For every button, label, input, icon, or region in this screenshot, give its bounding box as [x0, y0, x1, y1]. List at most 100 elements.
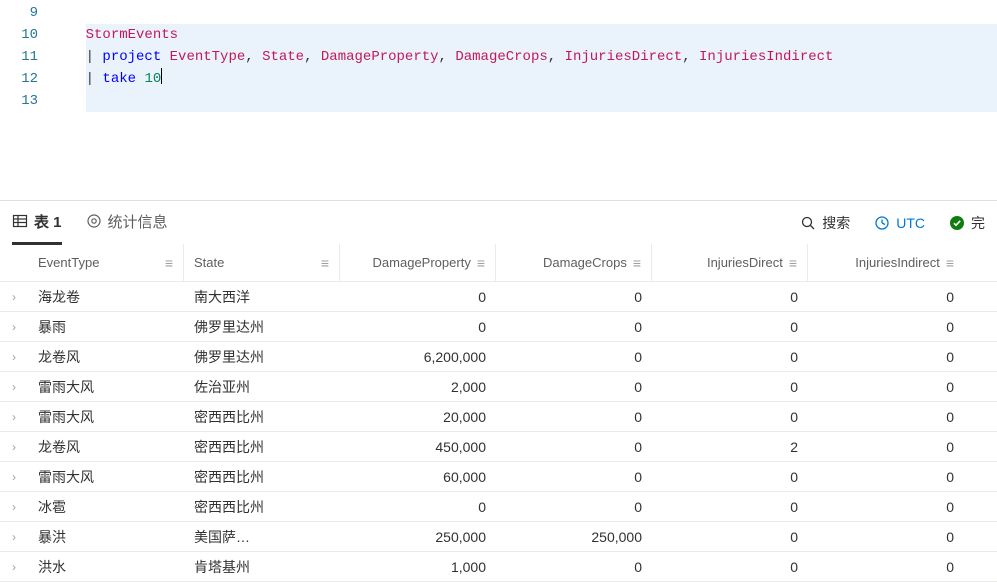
table-row[interactable]: ›雷雨大风密西西比州20,000000	[0, 402, 997, 432]
cell-damagecrops: 0	[496, 379, 652, 395]
token-col: InjuriesIndirect	[699, 49, 833, 65]
cell-damagecrops: 250,000	[496, 529, 652, 545]
column-menu-icon[interactable]: ≡	[321, 255, 329, 271]
column-header-label: DamageProperty	[350, 255, 471, 270]
code-area[interactable]: StormEvents | project EventType, State, …	[52, 2, 997, 200]
expand-row-icon[interactable]: ›	[0, 530, 28, 544]
line-number: 13	[0, 90, 38, 112]
table-row[interactable]: ›暴洪美国萨…250,000250,00000	[0, 522, 997, 552]
cell-damagecrops: 0	[496, 559, 652, 575]
cell-eventtype: 龙卷风	[28, 437, 184, 457]
column-header-label: EventType	[38, 255, 159, 270]
cell-injuriesindirect: 0	[808, 499, 964, 515]
column-menu-icon[interactable]: ≡	[633, 255, 641, 271]
table-icon	[12, 213, 28, 229]
table-row[interactable]: ›雷雨大风佐治亚州2,000000	[0, 372, 997, 402]
column-header-state[interactable]: State≡	[184, 244, 340, 281]
cell-damageproperty: 20,000	[340, 409, 496, 425]
code-line[interactable]	[52, 134, 997, 156]
cell-injuriesdirect: 2	[652, 439, 808, 455]
cell-eventtype: 雷雨大风	[28, 407, 184, 427]
table-row[interactable]: ›暴雨佛罗里达州0000	[0, 312, 997, 342]
expand-row-icon[interactable]: ›	[0, 440, 28, 454]
grid-header-row: EventType≡State≡DamageProperty≡DamageCro…	[0, 244, 997, 282]
expand-row-icon[interactable]: ›	[0, 350, 28, 364]
column-header-label: InjuriesIndirect	[818, 255, 940, 270]
token-col: EventType	[170, 49, 246, 65]
column-menu-icon[interactable]: ≡	[789, 255, 797, 271]
cell-damagecrops: 0	[496, 439, 652, 455]
cell-eventtype: 雷雨大风	[28, 377, 184, 397]
clock-icon	[874, 215, 890, 231]
expand-row-icon[interactable]: ›	[0, 320, 28, 334]
cell-damagecrops: 0	[496, 469, 652, 485]
cell-state: 密西西比州	[184, 407, 340, 427]
cell-injuriesdirect: 0	[652, 349, 808, 365]
cell-damageproperty: 60,000	[340, 469, 496, 485]
column-menu-icon[interactable]: ≡	[946, 255, 954, 271]
table-row[interactable]: ›海龙卷南大西洋0000	[0, 282, 997, 312]
cell-eventtype: 龙卷风	[28, 347, 184, 367]
cell-state: 密西西比州	[184, 497, 340, 517]
expand-row-icon[interactable]: ›	[0, 410, 28, 424]
code-line[interactable]	[86, 90, 997, 112]
tab-stats-label: 统计信息	[108, 211, 168, 232]
table-row[interactable]: ›冰雹密西西比州0000	[0, 492, 997, 522]
column-header-injuriesdirect[interactable]: InjuriesDirect≡	[652, 244, 808, 281]
expand-row-icon[interactable]: ›	[0, 380, 28, 394]
search-button[interactable]: 搜索	[800, 213, 850, 233]
cell-damagecrops: 0	[496, 499, 652, 515]
column-menu-icon[interactable]: ≡	[165, 255, 173, 271]
column-header-injuriesindirect[interactable]: InjuriesIndirect ≡	[808, 244, 964, 281]
table-row[interactable]: ›龙卷风佛罗里达州6,200,000000	[0, 342, 997, 372]
cell-damageproperty: 0	[340, 319, 496, 335]
column-menu-icon[interactable]: ≡	[477, 255, 485, 271]
table-row[interactable]: ›雷雨大风密西西比州60,000000	[0, 462, 997, 492]
cell-damageproperty: 6,200,000	[340, 349, 496, 365]
cell-damagecrops: 0	[496, 319, 652, 335]
code-line[interactable]: | project EventType, State, DamageProper…	[86, 46, 997, 68]
search-label: 搜索	[822, 213, 850, 233]
expand-row-icon[interactable]: ›	[0, 500, 28, 514]
cell-injuriesdirect: 0	[652, 289, 808, 305]
line-number: 10	[0, 24, 38, 46]
column-header-eventtype[interactable]: EventType ≡	[28, 244, 184, 281]
query-editor[interactable]: 9 10 11 12 13 StormEvents | project Even…	[0, 0, 997, 200]
cell-damageproperty: 0	[340, 289, 496, 305]
cell-damageproperty: 250,000	[340, 529, 496, 545]
cell-damageproperty: 2,000	[340, 379, 496, 395]
cell-state: 佛罗里达州	[184, 347, 340, 367]
code-line[interactable]: StormEvents	[86, 24, 997, 46]
expand-row-icon[interactable]: ›	[0, 560, 28, 574]
cell-damagecrops: 0	[496, 349, 652, 365]
cell-injuriesindirect: 0	[808, 409, 964, 425]
cell-injuriesindirect: 0	[808, 469, 964, 485]
cell-injuriesdirect: 0	[652, 499, 808, 515]
cell-injuriesdirect: 0	[652, 319, 808, 335]
token-table: StormEvents	[86, 27, 178, 43]
results-toolbar: 表 1 统计信息 搜索 UTC	[0, 200, 997, 244]
cell-eventtype: 海龙卷	[28, 287, 184, 307]
cell-injuriesdirect: 0	[652, 379, 808, 395]
expand-row-icon[interactable]: ›	[0, 290, 28, 304]
tab-table-label: 表 1	[34, 211, 62, 232]
cell-injuriesindirect: 0	[808, 529, 964, 545]
cell-injuriesdirect: 0	[652, 529, 808, 545]
table-row[interactable]: ›龙卷风密西西比州450,000020	[0, 432, 997, 462]
utc-button[interactable]: UTC	[874, 215, 925, 231]
token-pipe: |	[86, 71, 94, 87]
column-header-label: DamageCrops	[506, 255, 627, 270]
cell-injuriesindirect: 0	[808, 439, 964, 455]
code-line[interactable]: | take 10	[86, 68, 997, 90]
status-done-label: 完	[971, 213, 985, 233]
tab-stats[interactable]: 统计信息	[86, 201, 168, 245]
expand-row-icon[interactable]: ›	[0, 470, 28, 484]
column-header-damagecrops[interactable]: DamageCrops ≡	[496, 244, 652, 281]
tab-table[interactable]: 表 1	[12, 201, 62, 245]
column-header-damageproperty[interactable]: DamageProperty ≡	[340, 244, 496, 281]
line-number: 9	[0, 2, 38, 24]
cell-state: 肯塔基州	[184, 557, 340, 577]
cell-injuriesindirect: 0	[808, 379, 964, 395]
check-circle-icon	[949, 215, 965, 231]
cell-eventtype: 暴雨	[28, 317, 184, 337]
